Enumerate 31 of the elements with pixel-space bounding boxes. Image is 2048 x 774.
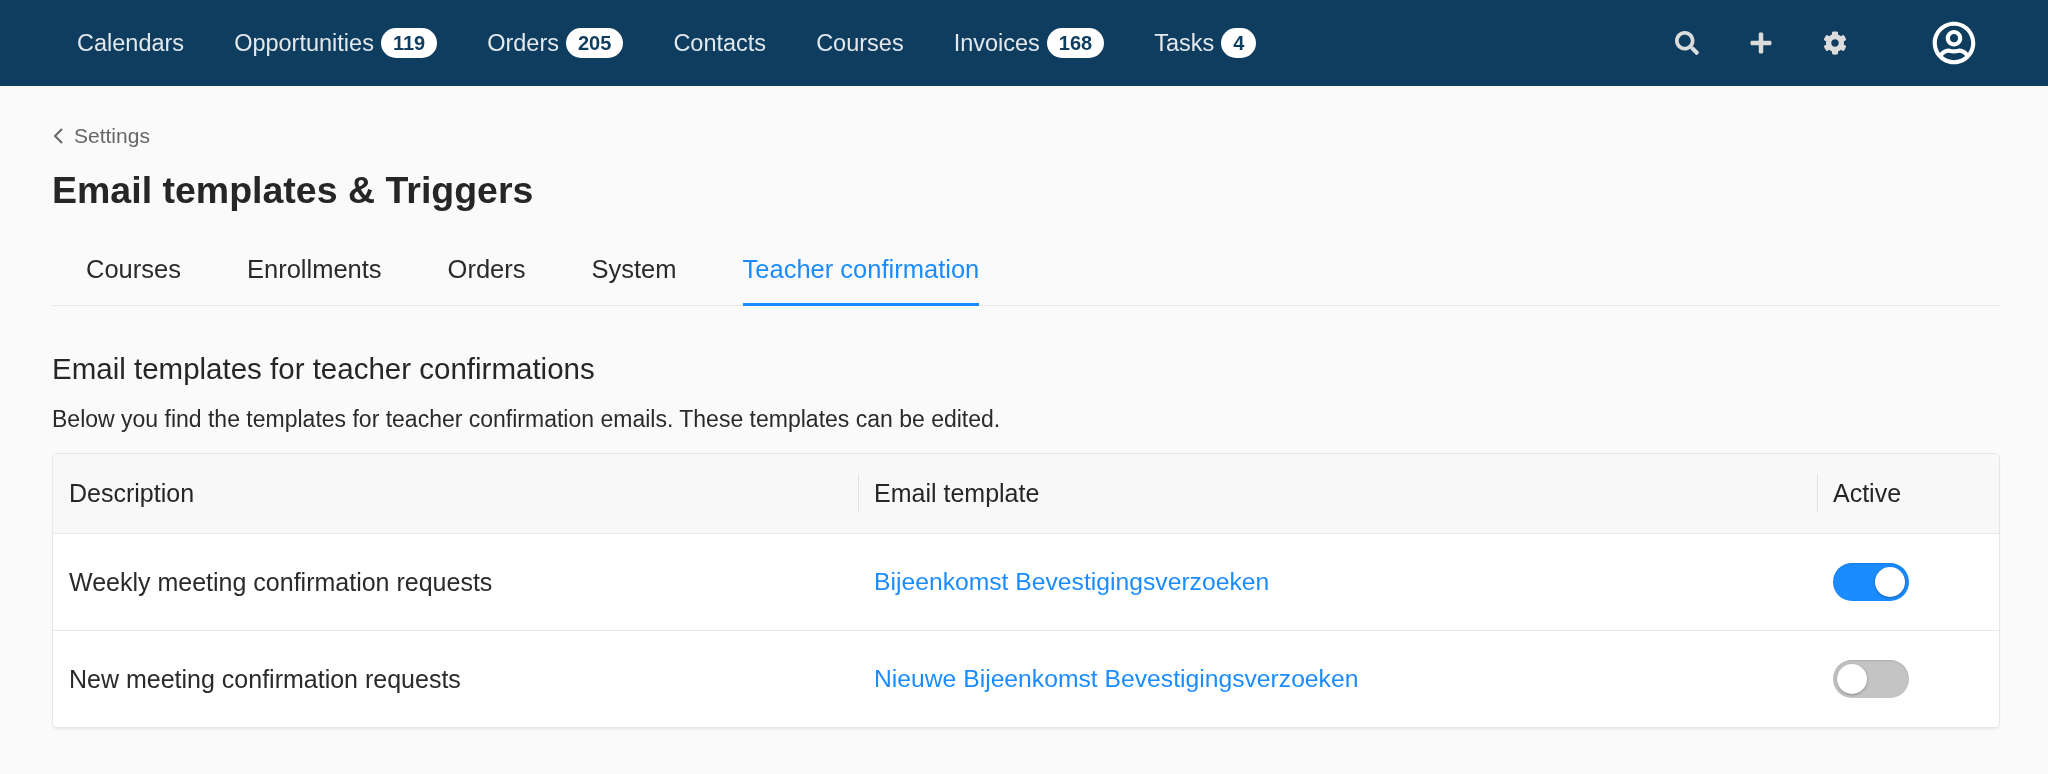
chevron-left-icon bbox=[52, 127, 64, 145]
count-badge: 168 bbox=[1046, 28, 1105, 58]
nav-link[interactable]: Tasks 4 bbox=[1154, 28, 1257, 58]
column-header: Description bbox=[69, 479, 195, 508]
nav-link[interactable]: Contacts bbox=[673, 29, 767, 57]
column-header: Email template bbox=[874, 479, 1040, 508]
count-badge: 4 bbox=[1221, 28, 1257, 58]
section-description: Below you find the templates for teacher confirmation emails. These templates can be edited. bbox=[52, 405, 1002, 434]
nav-link[interactable]: Invoices 168 bbox=[953, 28, 1105, 58]
nav-link[interactable]: Courses bbox=[816, 29, 904, 57]
tab[interactable]: Orders bbox=[447, 240, 526, 306]
table-cell: New meeting confirmation requests bbox=[69, 664, 461, 694]
settings-icon[interactable] bbox=[1823, 31, 1847, 55]
count-badge: 119 bbox=[380, 28, 438, 58]
tab[interactable]: Enrollments bbox=[246, 240, 382, 306]
back-link[interactable]: Settings bbox=[52, 122, 150, 150]
toggle-switch[interactable] bbox=[1833, 563, 1909, 601]
toggle-switch[interactable] bbox=[1833, 660, 1909, 698]
page-title: Email templates & Triggers bbox=[52, 168, 535, 213]
search-icon[interactable] bbox=[1675, 31, 1699, 55]
nav-link[interactable]: Orders 205 bbox=[487, 28, 624, 58]
table-cell: Weekly meeting confirmation requests bbox=[69, 567, 493, 597]
user-avatar-icon[interactable] bbox=[1932, 21, 1976, 65]
tab[interactable]: System bbox=[591, 240, 677, 306]
tab[interactable]: Courses bbox=[86, 240, 181, 306]
section-heading: Email templates for teacher confirmations bbox=[52, 351, 596, 387]
column-header: Active bbox=[1833, 479, 1902, 508]
count-badge: 205 bbox=[566, 28, 624, 58]
nav-link[interactable]: Opportunities 119 bbox=[234, 28, 438, 58]
plus-icon[interactable] bbox=[1749, 31, 1773, 55]
nav-link[interactable]: Calendars bbox=[77, 29, 185, 57]
